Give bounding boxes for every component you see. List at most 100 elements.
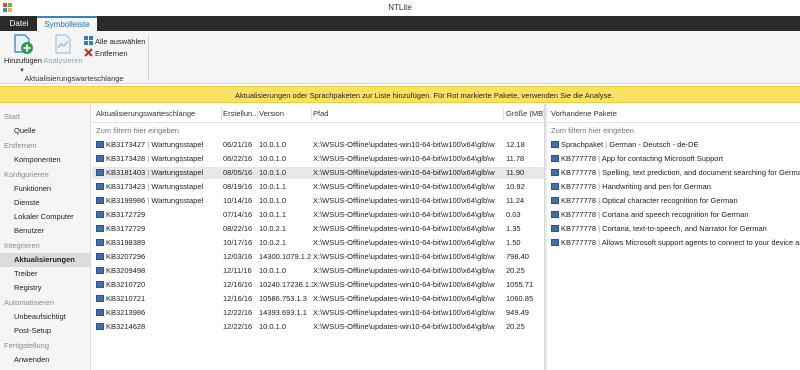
column-header-created[interactable]: Erstellun... — [223, 109, 258, 118]
select-all-grid-icon — [84, 36, 93, 45]
sidebar-item[interactable]: Anwenden — [0, 353, 91, 367]
tab-file[interactable]: Datei — [3, 16, 35, 31]
analyze-button-label: Analysieren — [43, 56, 83, 65]
select-all-button[interactable]: Alle auswählen — [84, 36, 145, 47]
table-row[interactable]: KB3210721 12/16/16 10586.753.1.3 X:\WSUS-Of… — [92, 293, 544, 305]
cell-date: 12/22/16 — [223, 322, 253, 331]
package-description: Cortana and speech recognition for Germa… — [602, 210, 749, 219]
table-row[interactable]: KB3198389 10/17/16 10.0.2.1 X:\WSUS-Offline… — [92, 237, 544, 249]
sidebar-item[interactable]: Quelle — [0, 124, 91, 138]
cell-size: 1.50 — [506, 238, 521, 247]
sidebar-item[interactable]: Post-Setup — [0, 324, 91, 338]
cell-queue: KB3172729 — [96, 209, 222, 221]
package-description: Optical character recognition for German — [602, 196, 738, 205]
table-row[interactable]: KB3172729 07/14/16 10.0.1.1 X:\WSUS-Offline… — [92, 209, 544, 221]
update-tag: Wartungsstapel — [151, 140, 204, 149]
table-row[interactable]: KB3214628 12/22/16 10.0.1.0 X:\WSUS-Offline… — [92, 321, 544, 333]
list-item[interactable]: KB777778 | Optical character recognition… — [547, 195, 800, 207]
ribbon-group-divider — [148, 35, 149, 81]
list-item[interactable]: KB777778 | Spelling, text prediction, an… — [547, 167, 800, 179]
sidebar-item[interactable]: Dienste — [0, 196, 91, 210]
column-header-version[interactable]: Version — [259, 109, 284, 118]
list-item[interactable]: KB777778 | Cortana, text-to-speech, and … — [547, 223, 800, 235]
cell-queue: KB3210720 — [96, 279, 222, 291]
cell-size: 10.92 — [506, 182, 525, 191]
update-package-icon — [96, 281, 104, 288]
sidebar-section-heading: Entfernen — [4, 141, 37, 150]
list-item[interactable]: KB777778 | Allows Microsoft support agen… — [547, 237, 800, 249]
sidebar-item[interactable]: Registry — [0, 281, 91, 295]
cell-path: X:\WSUS-Offline\updates-win10-64-bit\w10… — [313, 154, 495, 163]
update-name: KB3207296 — [106, 252, 146, 261]
cell-version: 10.0.2.1 — [259, 224, 287, 233]
table-row[interactable]: KB3209498 12/11/16 10.0.1.0 X:\WSUS-Offline… — [92, 265, 544, 277]
package-icon — [551, 141, 559, 148]
update-filter-input[interactable]: Zum filtern hier eingeben — [96, 126, 179, 135]
column-divider[interactable] — [503, 107, 504, 120]
existing-packages-pane: Vorhandene Pakete Zum filtern hier einge… — [547, 104, 800, 370]
package-icon — [551, 197, 559, 204]
package-name: KB777778 — [561, 154, 597, 163]
sidebar-item[interactable]: Benutzer — [0, 224, 91, 238]
table-row[interactable]: KB3207296 12/03/16 14300.1079.1.2 X:\WSUS-O… — [92, 251, 544, 263]
update-package-icon — [96, 225, 104, 232]
table-row[interactable]: KB3172729 08/22/16 10.0.2.1 X:\WSUS-Offline… — [92, 223, 544, 235]
column-divider[interactable] — [257, 107, 258, 120]
package-description: Spelling, text prediction, and document … — [602, 168, 800, 177]
list-item[interactable]: KB777778 | Handwriting and pen for Germa… — [547, 181, 800, 193]
update-package-icon — [96, 309, 104, 316]
remove-button[interactable]: Entfernen — [84, 48, 128, 59]
packages-header-label[interactable]: Vorhandene Pakete — [551, 109, 617, 118]
package-name: KB777778 — [561, 168, 597, 177]
list-item[interactable]: KB777778 | Cortana and speech recognitio… — [547, 209, 800, 221]
add-button[interactable]: Hinzufügen — [3, 33, 43, 70]
sidebar-item[interactable]: Funktionen — [0, 182, 91, 196]
tab-toolbar[interactable]: Symbolleiste — [37, 16, 97, 31]
sidebar-item[interactable]: Treiber — [0, 267, 91, 281]
table-row[interactable]: KB3173428 | Wartungsstapel 06/22/16 10.0.1… — [92, 153, 544, 165]
update-name: KB3210721 — [106, 294, 146, 303]
list-item[interactable]: Sprachpaket | German - Deutsch - de-DE — [547, 139, 800, 151]
title-bar: NTLite — [0, 0, 800, 16]
sidebar-item[interactable]: Komponenten — [0, 153, 91, 167]
table-row[interactable]: KB3199986 | Wartungsstapel 10/14/16 10.0.1… — [92, 195, 544, 207]
update-tag: Wartungsstapel — [151, 196, 204, 205]
column-divider[interactable] — [311, 107, 312, 120]
package-icon — [551, 155, 559, 162]
table-row[interactable]: KB3173427 | Wartungsstapel 06/21/16 10.0.1… — [92, 139, 544, 151]
column-divider[interactable] — [221, 107, 222, 120]
cell-queue: KB3213986 — [96, 307, 222, 319]
column-header-path[interactable]: Pfad — [313, 109, 328, 118]
table-row[interactable]: KB3213986 12/22/16 14393.693.1.1 X:\WSUS-Of… — [92, 307, 544, 319]
sidebar-item[interactable]: Unbeaufsichtigt — [0, 310, 91, 324]
update-name: KB3173427 — [106, 140, 146, 149]
sidebar-item[interactable]: Aktualisierungen — [0, 253, 91, 267]
table-row[interactable]: KB3181403 | Wartungsstapel 08/05/16 10.0.1… — [92, 167, 544, 179]
cell-size: 20.25 — [506, 266, 525, 275]
cell-date: 10/17/16 — [223, 238, 253, 247]
column-header-size[interactable]: Größe (MB) — [506, 109, 546, 118]
list-item[interactable]: KB777778 | App for contacting Microsoft … — [547, 153, 800, 165]
packages-filter-input[interactable]: Zum filtern hier eingeben — [551, 126, 634, 135]
add-button-label: Hinzufügen — [4, 56, 42, 65]
red-x-icon — [84, 48, 93, 57]
table-row[interactable]: KB3173423 | Wartungsstapel 08/19/16 10.0.1… — [92, 181, 544, 193]
cell-queue: KB3173423 | Wartungsstapel — [96, 181, 222, 193]
cell-size: 0.03 — [506, 210, 521, 219]
analyze-chart-icon — [55, 34, 71, 54]
analyze-button[interactable]: Analysieren — [43, 33, 83, 70]
table-row[interactable]: KB3210720 12/16/16 10240.17236.1.3 X:\WSUS-… — [92, 279, 544, 291]
column-header-queue[interactable]: Aktualisierungswarteschlange — [96, 109, 195, 118]
package-description: Cortana, text-to-speech, and Narrator fo… — [602, 224, 767, 233]
cell-version: 10.0.2.1 — [259, 238, 287, 247]
package-description: Allows Microsoft support agents to conne… — [601, 238, 800, 247]
sidebar-item[interactable]: Lokaler Computer — [0, 210, 91, 224]
package-name: KB777778 — [561, 182, 597, 191]
update-name: KB3172729 — [106, 224, 146, 233]
cell-version: 10.0.1.0 — [259, 154, 287, 163]
update-package-icon — [96, 183, 104, 190]
package-description: German - Deutsch - de-DE — [609, 140, 699, 149]
add-plus-icon — [14, 34, 33, 54]
cell-size: 949.49 — [506, 308, 529, 317]
update-package-icon — [96, 323, 104, 330]
